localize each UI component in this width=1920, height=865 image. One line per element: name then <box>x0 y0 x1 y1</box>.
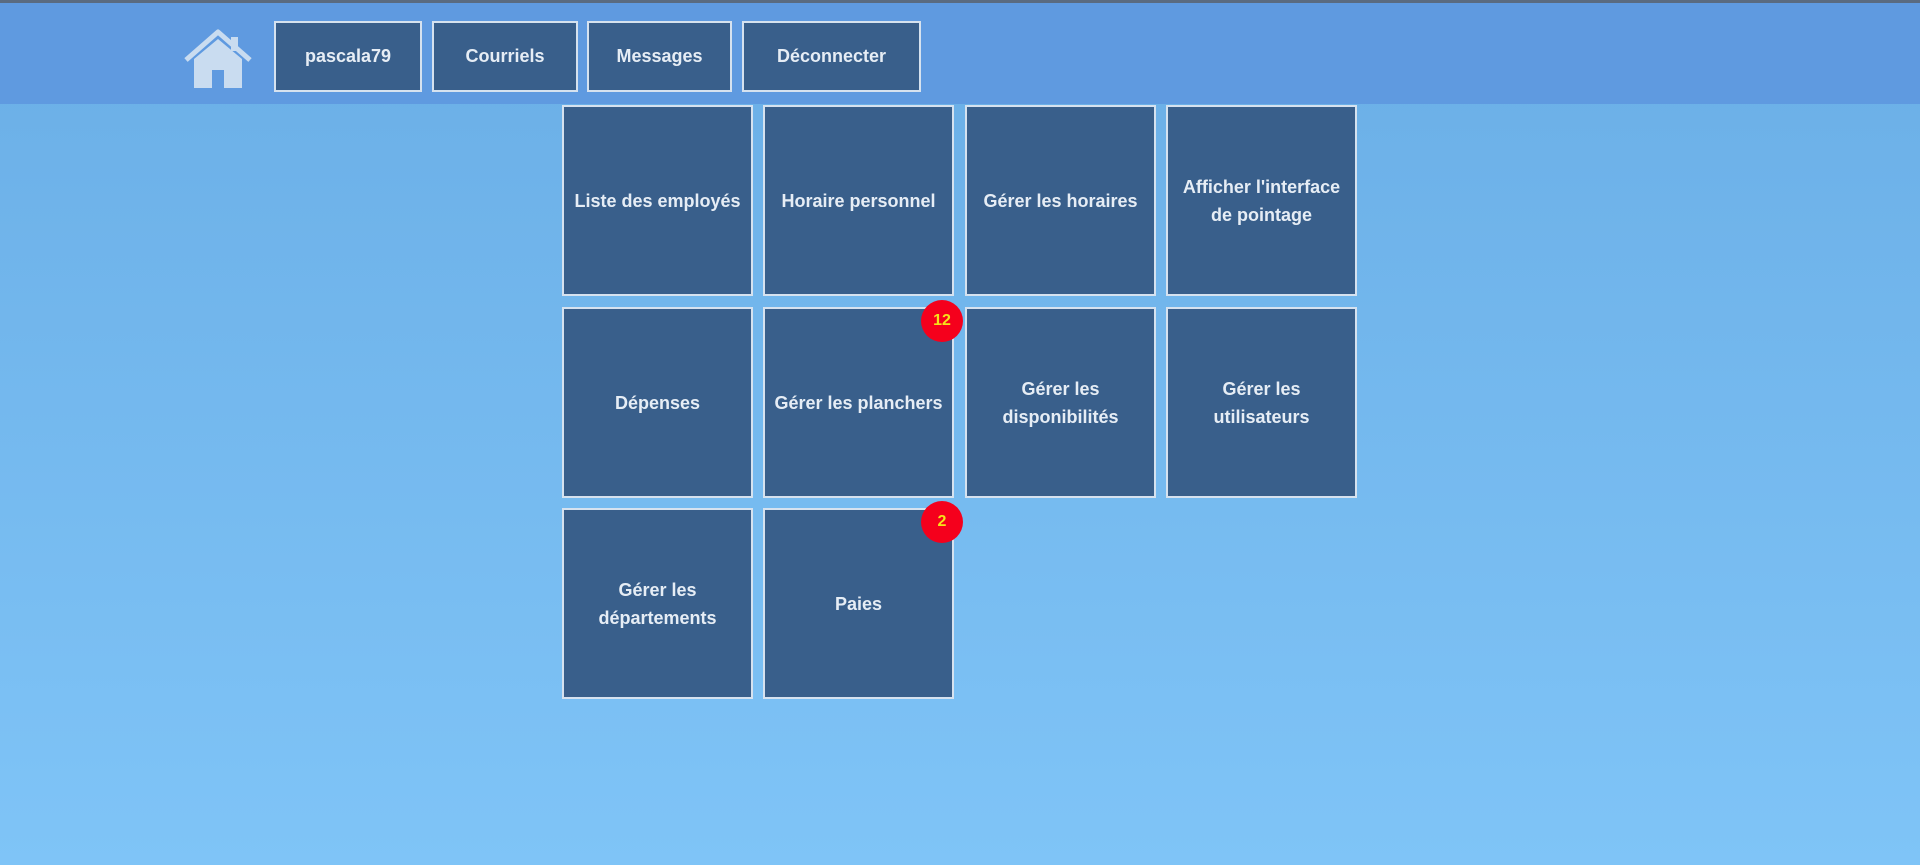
tile-gerer-departements[interactable]: Gérer les départements <box>562 508 753 699</box>
tile-paies[interactable]: Paies <box>763 508 954 699</box>
tile-label: Gérer les utilisateurs <box>1213 378 1310 427</box>
tile-label: Gérer les planchers <box>774 392 943 413</box>
nav-button-username[interactable]: pascala79 <box>274 21 422 92</box>
tile-label: Gérer les horaires <box>983 190 1138 211</box>
tile-gerer-utilisateurs[interactable]: Gérer les utilisateurs <box>1166 307 1357 498</box>
tile-label: Dépenses <box>614 392 701 413</box>
tile-depenses[interactable]: Dépenses <box>562 307 753 498</box>
nav-button-courriels[interactable]: Courriels <box>432 21 578 92</box>
tile-gerer-horaires[interactable]: Gérer les horaires <box>965 105 1156 296</box>
nav-button-messages[interactable]: Messages <box>587 21 732 92</box>
tile-gerer-disponibilites[interactable]: Gérer les disponibilités <box>965 307 1156 498</box>
nav-button-deconnecter[interactable]: Déconnecter <box>742 21 921 92</box>
tile-label: Paies <box>834 593 883 614</box>
tile-gerer-planchers[interactable]: Gérer les planchers <box>763 307 954 498</box>
top-navigation-bar: pascala79 Courriels Messages Déconnecter <box>0 0 1920 104</box>
tile-label: Liste des employés <box>574 190 741 211</box>
tile-label: Gérer les départements <box>598 579 717 628</box>
tile-label: Horaire personnel <box>781 190 936 211</box>
home-icon[interactable] <box>183 27 253 91</box>
notification-badge-paies: 2 <box>921 501 963 543</box>
tile-horaire-personnel[interactable]: Horaire personnel <box>763 105 954 296</box>
tile-label: Afficher l'interface de pointage <box>1182 176 1341 225</box>
tile-liste-employes[interactable]: Liste des employés <box>562 105 753 296</box>
tile-label: Gérer les disponibilités <box>1002 378 1119 427</box>
notification-badge-planchers: 12 <box>921 300 963 342</box>
tile-interface-pointage[interactable]: Afficher l'interface de pointage <box>1166 105 1357 296</box>
